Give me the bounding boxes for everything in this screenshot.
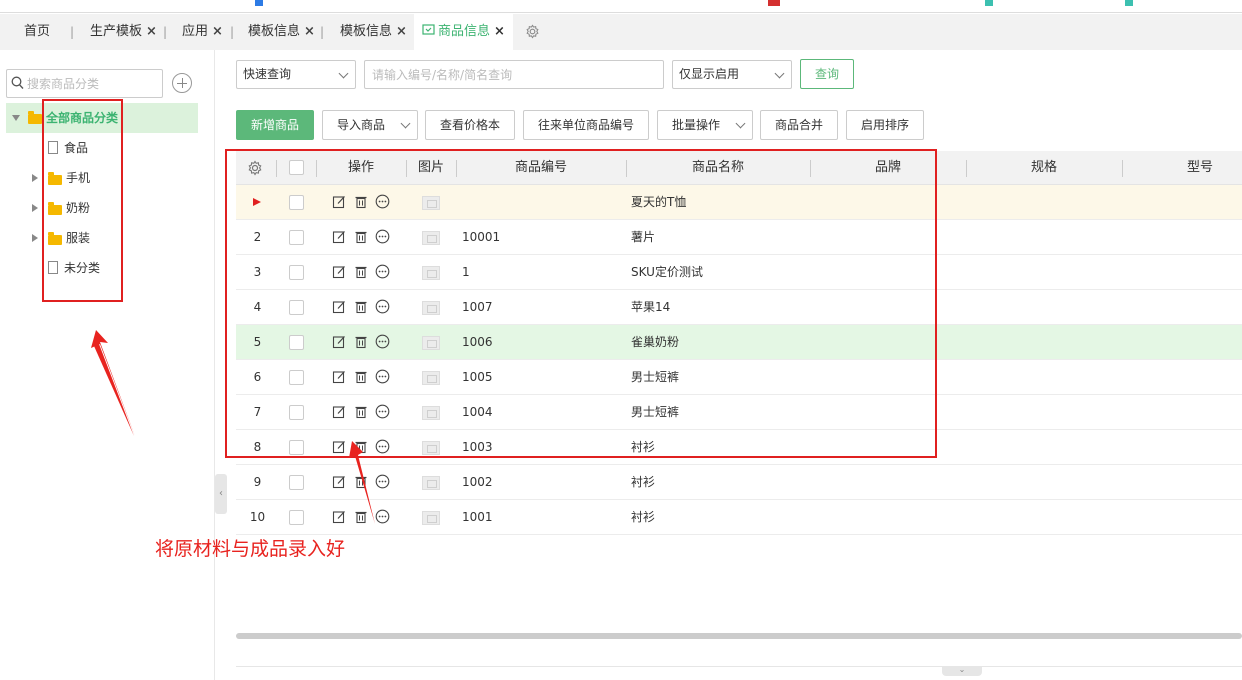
annotation-arrow	[94, 344, 134, 436]
annotation-arrow	[349, 441, 375, 524]
annotation-text: 将原材料与成品录入好	[155, 538, 346, 560]
annotation-arrows	[91, 330, 375, 524]
